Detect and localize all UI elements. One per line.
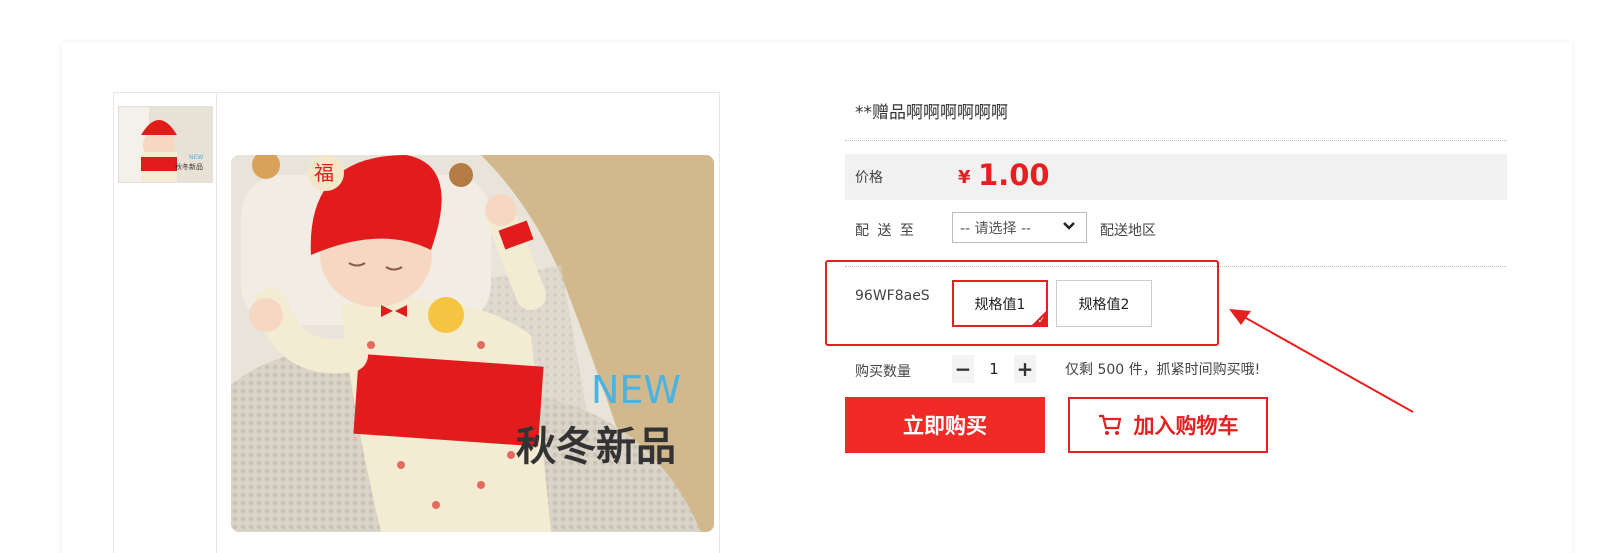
qty-label: 购买数量 <box>855 364 911 380</box>
currency-symbol: ¥ <box>958 167 971 188</box>
ship-label: 配 送 至 <box>855 223 916 239</box>
main-product-image: 福 NEW 秋冬新品 <box>231 155 714 532</box>
image-new-text: NEW <box>591 368 681 412</box>
ship-region-select[interactable]: -- 请选择 -- <box>952 212 1087 243</box>
svg-text:NEW: NEW <box>189 154 203 161</box>
chevron-down-icon <box>1062 219 1076 237</box>
annotation-arrow-icon <box>1229 309 1414 413</box>
image-season-text: 秋冬新品 <box>516 424 676 470</box>
price-value: 1.00 <box>978 158 1050 192</box>
quantity-input[interactable] <box>974 355 1014 383</box>
ship-select-value: -- 请选择 -- <box>960 220 1032 237</box>
thumbnail-column: NEW 秋冬新品 <box>114 93 217 553</box>
minus-button[interactable]: − <box>952 355 974 383</box>
product-title: **赠品啊啊啊啊啊啊 <box>855 103 1008 123</box>
add-to-cart-label: 加入购物车 <box>1133 414 1239 438</box>
divider <box>845 140 1507 141</box>
price-row <box>845 154 1507 200</box>
buy-now-button[interactable]: 立即购买 <box>845 397 1045 453</box>
buy-now-label: 立即购买 <box>903 414 987 438</box>
cart-icon <box>1098 414 1122 436</box>
plus-button[interactable]: + <box>1014 355 1036 383</box>
ship-area-text: 配送地区 <box>1100 223 1156 239</box>
annotation-highlight-box <box>825 260 1219 346</box>
price-label: 价格 <box>855 170 883 186</box>
hat-character: 福 <box>314 161 334 185</box>
quantity-stepper: − + <box>952 355 1036 383</box>
thumb-season-text: 秋冬新品 <box>175 162 203 171</box>
thumbnail-image[interactable]: NEW 秋冬新品 <box>118 106 213 183</box>
product-gallery: NEW 秋冬新品 福 NEW 秋冬新品 <box>113 92 720 553</box>
